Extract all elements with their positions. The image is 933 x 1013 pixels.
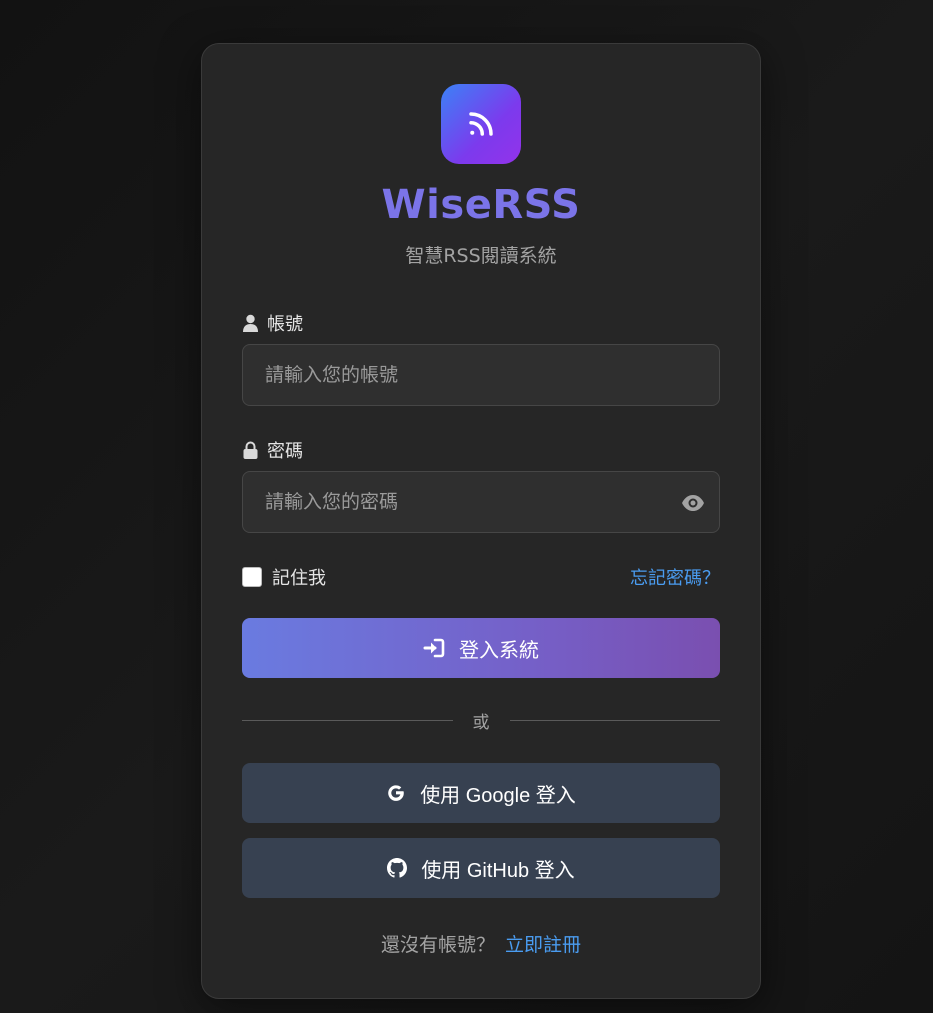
- sign-in-icon: [423, 638, 445, 658]
- password-field[interactable]: [242, 471, 720, 533]
- login-page: WiseRSS 智慧RSS閱讀系統 帳號 密碼: [0, 0, 933, 1013]
- forgot-password-link[interactable]: 忘記密碼？: [630, 564, 720, 590]
- password-label: 密碼: [242, 437, 303, 463]
- account-field[interactable]: [242, 344, 720, 406]
- or-label: 或: [472, 712, 490, 733]
- user-icon: [243, 314, 258, 332]
- password-input[interactable]: [243, 472, 719, 532]
- app-subtitle: 智慧RSS閱讀系統: [405, 245, 557, 267]
- google-login-button[interactable]: 使用 Google 登入: [242, 763, 720, 823]
- rss-icon: [469, 112, 493, 136]
- account-label-text: 帳號: [267, 314, 303, 335]
- google-login-label: 使用 Google 登入: [420, 784, 576, 807]
- github-login-button[interactable]: 使用 GitHub 登入: [242, 838, 720, 898]
- remember-label: 記住我: [272, 568, 326, 589]
- google-icon: [388, 785, 404, 801]
- login-button[interactable]: 登入系統: [242, 618, 720, 678]
- remember-me[interactable]: 記住我: [242, 564, 326, 590]
- app-logo: [441, 84, 521, 164]
- signup-prompt: 還沒有帳號？ 立即註冊: [202, 930, 760, 957]
- divider-line-left: [242, 719, 453, 721]
- app-title: WiseRSS: [381, 182, 581, 228]
- signup-link[interactable]: 立即註冊: [505, 934, 581, 956]
- login-button-label: 登入系統: [459, 639, 539, 662]
- login-card: WiseRSS 智慧RSS閱讀系統 帳號 密碼: [201, 43, 761, 999]
- divider-line-right: [509, 719, 720, 721]
- password-label-text: 密碼: [267, 441, 303, 462]
- remember-checkbox[interactable]: [242, 567, 262, 587]
- github-login-label: 使用 GitHub 登入: [421, 859, 575, 882]
- account-label: 帳號: [242, 310, 303, 336]
- signup-prompt-text: 還沒有帳號？: [380, 934, 495, 956]
- github-icon: [387, 858, 408, 878]
- lock-icon: [243, 441, 258, 459]
- eye-icon[interactable]: [681, 491, 705, 515]
- account-input[interactable]: [243, 345, 719, 405]
- or-divider: 或: [242, 710, 720, 733]
